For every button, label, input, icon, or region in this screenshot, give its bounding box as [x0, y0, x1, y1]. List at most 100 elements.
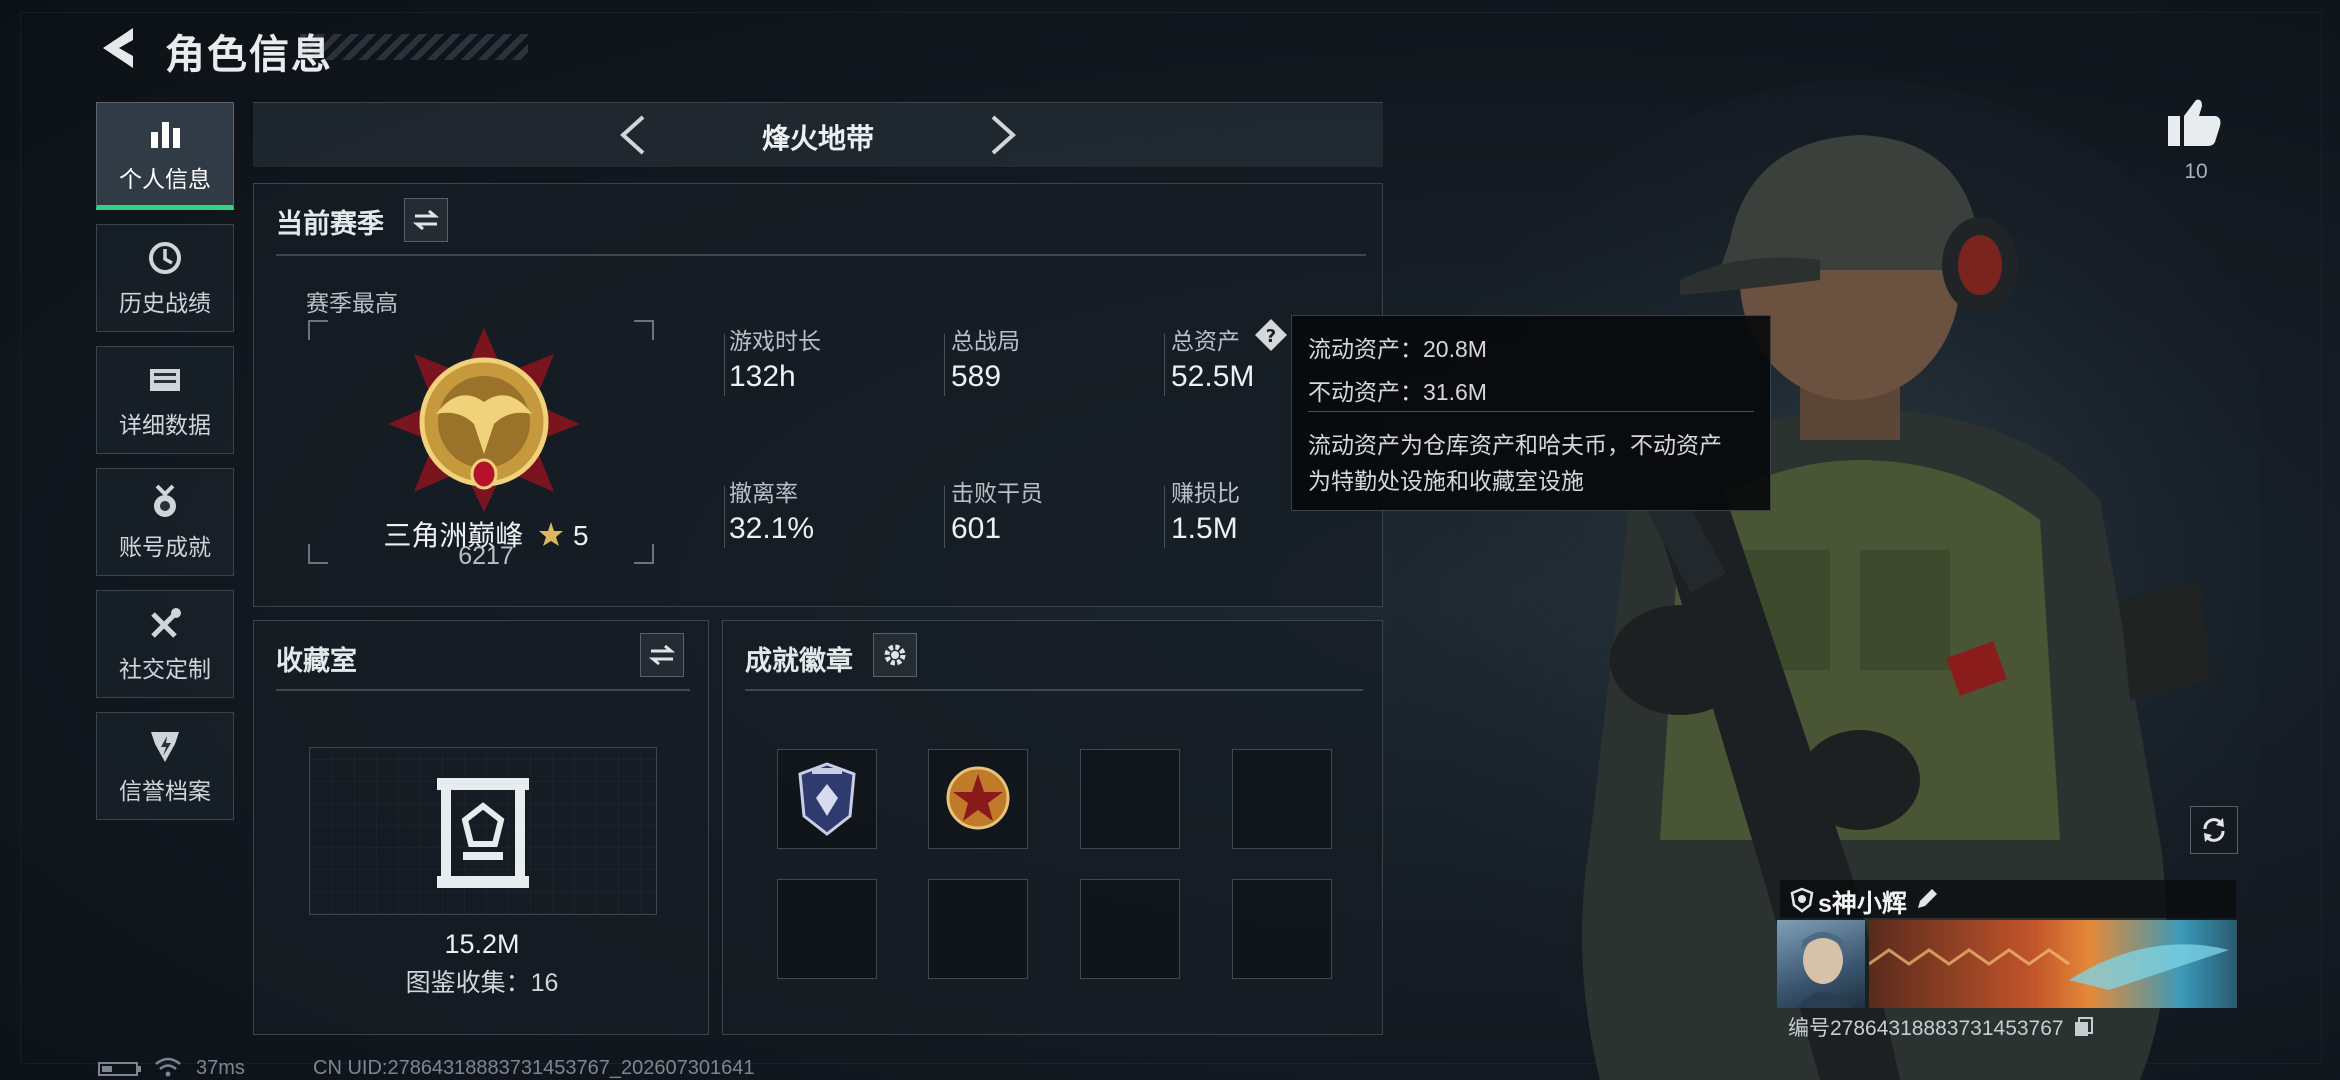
rank-emblem-icon [388, 328, 580, 512]
stat-value: 589 [951, 360, 1002, 393]
player-id: 编号2786431888373145376​7 [1788, 1012, 2095, 1042]
like-button[interactable] [2166, 96, 2230, 156]
collection-preview[interactable] [309, 747, 657, 915]
folder-icon [150, 369, 180, 391]
display-case-icon [437, 778, 529, 888]
gear-icon [884, 644, 906, 666]
stat-label: 总战局 [951, 328, 1020, 354]
stat-label: 赚损比 [1171, 480, 1240, 506]
badge-slot-empty[interactable] [1080, 749, 1180, 849]
next-mode-icon[interactable] [983, 113, 1023, 157]
banner-art [1868, 920, 2237, 1008]
player-banner[interactable] [1777, 920, 2237, 1008]
badge-slot-empty[interactable] [1080, 879, 1180, 979]
back-arrow-icon[interactable] [95, 22, 147, 74]
mode-name: 烽火地带 [761, 123, 874, 154]
frame-corner [634, 544, 654, 564]
collection-switch-button[interactable] [640, 633, 684, 677]
svg-text:?: ? [1266, 326, 1276, 347]
swap-icon [413, 209, 439, 231]
rank-score: 6217 [458, 542, 514, 570]
stat-label: 游戏时长 [729, 328, 821, 354]
ping-value: 37ms [196, 1057, 245, 1079]
medal-icon [154, 484, 176, 517]
sidebar-item-label: 历史战绩 [119, 290, 211, 316]
stat-divider [724, 334, 725, 396]
achievements-title: 成就徽章 [745, 646, 853, 676]
stat-value: 601 [951, 512, 1002, 545]
sidebar-item-label: 详细数据 [119, 412, 211, 438]
stat-divider [944, 334, 945, 396]
collection-panel: 收藏室 15.2M 图鉴收集：16 [253, 620, 709, 1035]
season-switch-button[interactable] [404, 198, 448, 242]
season-panel: 当前赛季 赛季最高 三角洲巅峰 5 6217 游戏时长 132h 总战局 589… [253, 183, 1383, 607]
star-medal-icon [946, 766, 1010, 830]
tooltip-liquid-assets: 流动资产：20.8M [1308, 336, 1487, 362]
sidebar-item-label: 账号成就 [119, 534, 211, 560]
player-name: s神小辉 [1818, 890, 1907, 918]
collection-title: 收藏室 [276, 646, 357, 676]
stat-label: 击败干员 [951, 480, 1043, 506]
sidebar-item-social-custom[interactable]: 社交定制 [96, 590, 234, 698]
achievements-panel: 成就徽章 [722, 620, 1383, 1035]
question-help-icon[interactable]: ? [1254, 318, 1288, 352]
avatar-portrait [1797, 932, 1851, 1008]
sidebar-item-label: 个人信息 [119, 166, 211, 192]
collection-value: 15.2M [444, 929, 520, 959]
frame-corner [634, 320, 654, 340]
uid-text: CN UID:2786431888373145376​7_20260730164… [313, 1057, 755, 1079]
frame-corner [308, 320, 328, 340]
copy-icon[interactable] [2073, 1016, 2095, 1038]
bar-chart-icon [151, 122, 180, 148]
refresh-icon [2203, 818, 2225, 842]
sidebar-item-label: 社交定制 [119, 656, 211, 682]
frame-corner [308, 544, 328, 564]
stat-value: 132h [729, 360, 796, 393]
stat-divider [944, 486, 945, 548]
history-clock-icon [149, 242, 181, 274]
stat-label: 总资产 [1171, 328, 1240, 354]
tooltip-divider [1308, 411, 1754, 412]
tooltip-description: 流动资产为仓库资产和哈夫币，不动资产 [1308, 432, 1722, 458]
badge-slot[interactable] [777, 749, 877, 849]
avatar[interactable] [1777, 920, 1865, 1008]
assets-tooltip: 流动资产：20.8M 不动资产：31.6M 流动资产为仓库资产和哈夫币，不动资产… [1291, 315, 1771, 511]
like-count: 10 [2184, 160, 2208, 183]
player-id-text: 编号2786431888373145376​7 [1788, 1017, 2064, 1040]
sidebar-item-detailed-data[interactable]: 详细数据 [96, 346, 234, 454]
season-divider [276, 254, 1366, 256]
sidebar-item-history[interactable]: 历史战绩 [96, 224, 234, 332]
season-title: 当前赛季 [276, 209, 384, 239]
achievements-settings-button[interactable] [873, 633, 917, 677]
stat-value: 32.1% [729, 512, 815, 545]
stat-divider [1164, 334, 1165, 396]
wifi-icon [155, 1057, 181, 1077]
sidebar-item-reputation[interactable]: 信誉档案 [96, 712, 234, 820]
badge-slot-empty[interactable] [1232, 879, 1332, 979]
badge-slot-empty[interactable] [777, 879, 877, 979]
collection-divider [276, 689, 690, 691]
thumbs-up-icon [2168, 99, 2221, 146]
tooltip-description: 为特勤处设施和收藏室设施 [1308, 468, 1584, 494]
stat-value: 52.5M [1171, 360, 1255, 393]
stat-divider [724, 486, 725, 548]
reputation-icon [151, 732, 179, 762]
sidebar-item-achievements[interactable]: 账号成就 [96, 468, 234, 576]
stat-divider [1164, 486, 1165, 548]
title-decoration [300, 34, 528, 60]
season-best-label: 赛季最高 [306, 290, 398, 316]
sidebar-item-label: 信誉档案 [119, 778, 211, 804]
stat-value: 1.5M [1171, 512, 1238, 545]
battery-icon [98, 1062, 141, 1076]
achievements-divider [745, 689, 1363, 691]
badge-slot[interactable] [928, 749, 1028, 849]
tools-icon [151, 608, 181, 638]
badge-slot-empty[interactable] [1232, 749, 1332, 849]
rotate-character-button[interactable] [2190, 806, 2238, 854]
mode-selector: 烽火地带 [253, 102, 1383, 167]
swap-icon [649, 644, 675, 666]
shield-badge-icon [798, 762, 856, 836]
edit-name-icon[interactable] [1914, 886, 1940, 912]
badge-slot-empty[interactable] [928, 879, 1028, 979]
sidebar-item-personal-info[interactable]: 个人信息 [96, 102, 234, 210]
